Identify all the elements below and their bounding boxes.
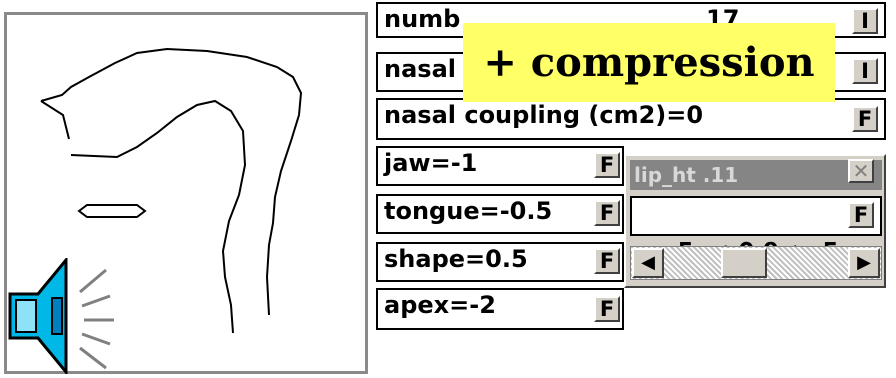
nasal-coupling-label: nasal coupling (cm2)=0 [384,101,704,129]
tongue-row: tongue=-0.5 [376,194,624,234]
apex-label: apex=-2 [384,291,496,319]
nasal-coupling-row: nasal coupling (cm2)=0 [376,98,886,140]
scroll-right-icon[interactable]: ▶ [848,248,880,278]
tongue-label: tongue=-0.5 [384,197,553,225]
number-sections-label: numb [384,5,461,33]
range-format-button[interactable]: F [848,202,874,228]
jaw-bar [77,204,147,218]
nasal-button[interactable]: I [852,58,878,84]
apex-row: apex=-2 [376,288,624,330]
scroll-left-icon[interactable]: ◀ [632,248,664,278]
dialog-title: lip_ht .11 [630,160,882,190]
tongue-button[interactable]: F [594,200,620,226]
jaw-button[interactable]: F [594,152,620,178]
range-field: -5 <-0.9< 5 [630,196,882,265]
lip-height-dialog: lip_ht .11 ✕ -5 <-0.9< 5 F ◀ ▶ [624,154,886,288]
slider-thumb[interactable] [720,248,767,278]
shape-button[interactable]: F [594,248,620,274]
shape-row: shape=0.5 [376,242,624,282]
upper-lip [40,100,70,140]
close-icon[interactable]: ✕ [848,159,874,183]
nasal-label: nasal [384,55,456,83]
speaker-icon[interactable] [2,255,122,377]
number-sections-button[interactable]: I [852,8,878,34]
jaw-row: jaw=-1 [376,146,624,186]
jaw-label: jaw=-1 [384,149,478,177]
compression-callout: + compression [463,23,835,102]
shape-label: shape=0.5 [384,245,528,273]
lip-height-slider[interactable]: ◀ ▶ [630,246,882,280]
apex-button[interactable]: F [594,296,620,322]
nasal-coupling-button[interactable]: F [852,106,878,132]
